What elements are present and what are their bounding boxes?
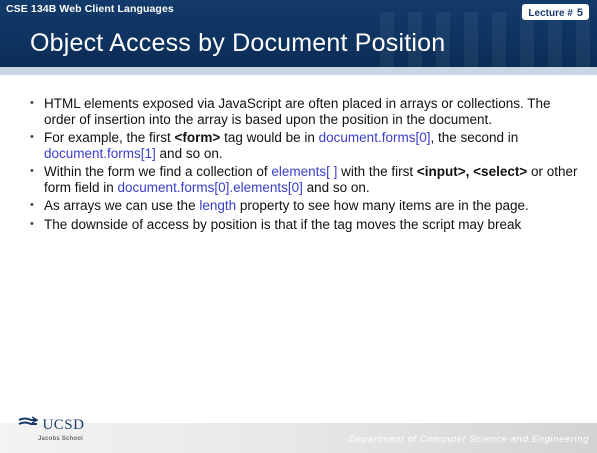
ucsd-logo: UCSD Jacobs School	[18, 416, 85, 442]
header-band	[0, 67, 597, 75]
logo-subtitle: Jacobs School	[38, 436, 83, 442]
slide-title: Object Access by Document Position	[30, 29, 446, 57]
bullet-text: HTML elements exposed via JavaScript are…	[44, 96, 551, 127]
bullet-item: • Within the form we find a collection of…	[30, 164, 578, 195]
bullet-icon: •	[30, 165, 34, 177]
bold-text: <form>	[174, 130, 221, 145]
bullet-icon: •	[30, 97, 34, 109]
code-reference: document.forms[0].elements[0]	[117, 179, 303, 195]
bullet-text: and so on.	[302, 179, 370, 195]
code-reference: elements[ ]	[271, 164, 338, 179]
bullet-item: • For example, the first <form> tag would…	[30, 130, 578, 161]
bullet-text: property to see how many items are in th…	[236, 198, 529, 213]
code-reference: document.forms[0]	[318, 130, 431, 145]
bullet-item: • HTML elements exposed via JavaScript ar…	[30, 96, 578, 127]
bullet-text: As arrays we can use the	[44, 198, 200, 213]
bullet-text: with the first	[337, 164, 417, 179]
ucsd-logo-icon	[18, 416, 39, 435]
bullet-item: • The downside of access by position is t…	[30, 217, 578, 233]
code-reference: document.forms[1]	[44, 145, 156, 161]
bullet-icon: •	[30, 199, 34, 211]
bullet-text: , the second in	[430, 130, 519, 145]
bullet-text: The downside of access by position is th…	[44, 216, 522, 232]
code-reference: length	[199, 198, 237, 213]
slide: CSE 134B Web Client Languages Lecture #5…	[0, 0, 597, 453]
bullet-text: and so on.	[155, 145, 223, 161]
bullet-list: • HTML elements exposed via JavaScript ar…	[30, 96, 578, 235]
department-text: Department of Computer Science and Engin…	[348, 434, 589, 445]
slide-header: CSE 134B Web Client Languages Lecture #5…	[0, 0, 597, 67]
bullet-icon: •	[30, 131, 34, 143]
bullet-text: Within the form we find a collection of	[44, 164, 272, 179]
bullet-text: For example, the first	[44, 130, 175, 145]
bullet-item: • As arrays we can use the length propert…	[30, 198, 578, 214]
bullet-icon: •	[30, 217, 34, 230]
lecture-badge: Lecture #5	[522, 4, 589, 20]
bold-text: <input>, <select>	[416, 164, 528, 179]
bullet-text: tag would be in	[220, 130, 319, 145]
lecture-number: 5	[576, 7, 583, 19]
course-title: CSE 134B Web Client Languages	[6, 3, 174, 15]
lecture-label: Lecture #	[528, 8, 573, 19]
logo-text: UCSD	[42, 417, 85, 433]
